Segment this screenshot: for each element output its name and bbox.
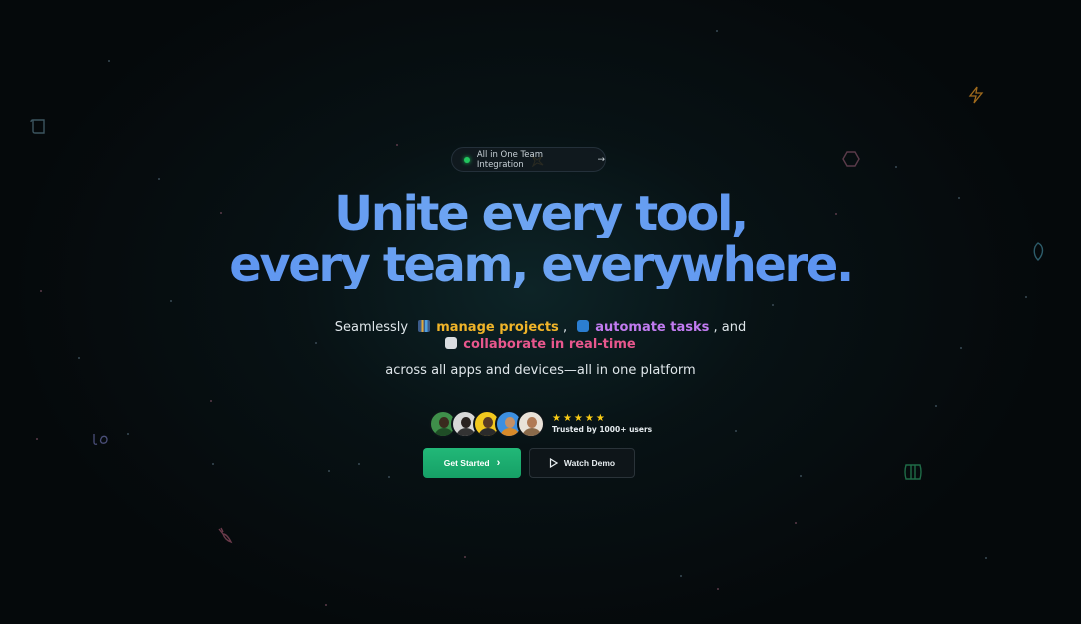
avatar: [517, 410, 545, 438]
particle: [212, 463, 214, 465]
subtitle-lead: Seamlessly: [334, 320, 409, 335]
particle: [170, 300, 172, 302]
particle: [1025, 296, 1027, 298]
subtitle-sep-2: , and: [713, 320, 747, 335]
particle: [795, 522, 797, 524]
subtitle-line-3: across all apps and devices—all in one p…: [385, 363, 696, 378]
particle: [127, 433, 129, 435]
glyph-outline-icon: [93, 434, 108, 445]
particle: [985, 557, 987, 559]
particle: [36, 438, 38, 440]
trusted-by-text: Trusted by 1000+ users: [552, 425, 653, 434]
get-started-label: Get Started: [443, 458, 490, 468]
particle: [40, 290, 42, 292]
speech-bubble-icon: [445, 337, 458, 349]
headline-line-1: Unite every tool,: [0, 190, 1081, 238]
particle: [328, 470, 330, 472]
particle: [388, 476, 390, 478]
barrel-outline-icon: [904, 464, 922, 480]
rating-stars: ★★★★★: [552, 413, 607, 424]
particle: [78, 357, 80, 359]
bar-chart-icon: [418, 320, 431, 332]
highlight-automate-tasks: automate tasks: [595, 320, 710, 335]
particle: [735, 430, 737, 432]
particle: [464, 556, 466, 558]
badge-label: All in One Team Integration: [476, 149, 544, 170]
play-icon: [549, 458, 558, 468]
subtitle-sep-1: ,: [562, 320, 568, 335]
integration-badge[interactable]: All in One Team Integration →: [451, 147, 606, 172]
particle: [680, 575, 682, 577]
particle: [895, 166, 897, 168]
hexagon-outline-icon: [842, 151, 860, 167]
refresh-icon: [577, 320, 590, 332]
particle: [935, 405, 937, 407]
chevron-right-icon: ›: [496, 457, 501, 469]
particle: [717, 588, 719, 590]
scroll-outline-icon: [30, 119, 45, 134]
headline-line-2: every team, everywhere.: [0, 241, 1081, 289]
particle: [108, 60, 110, 62]
arrow-right-icon: →: [597, 154, 605, 165]
watch-demo-button[interactable]: Watch Demo: [529, 448, 635, 478]
get-started-button[interactable]: Get Started ›: [423, 448, 521, 478]
subtitle-line-2: collaborate in real-time: [0, 337, 1081, 352]
watch-demo-label: Watch Demo: [563, 458, 616, 468]
particle: [396, 144, 398, 146]
highlight-collaborate: collaborate in real-time: [463, 337, 636, 352]
particle: [800, 475, 802, 477]
highlight-manage-projects: manage projects: [436, 320, 559, 335]
status-dot: [464, 156, 470, 163]
lightning-outline-icon: [968, 86, 984, 104]
particle: [325, 604, 327, 606]
particle: [716, 30, 718, 32]
particle: [358, 463, 360, 465]
particle: [158, 178, 160, 180]
subtitle-line-1: Seamlessly manage projects , automate ta…: [0, 320, 1081, 335]
hero-section: All in One Team Integration → Unite ever…: [0, 0, 1081, 624]
user-avatars: [429, 410, 545, 438]
particle: [210, 400, 212, 402]
carrot-outline-icon: [218, 527, 233, 544]
particle: [772, 304, 774, 306]
